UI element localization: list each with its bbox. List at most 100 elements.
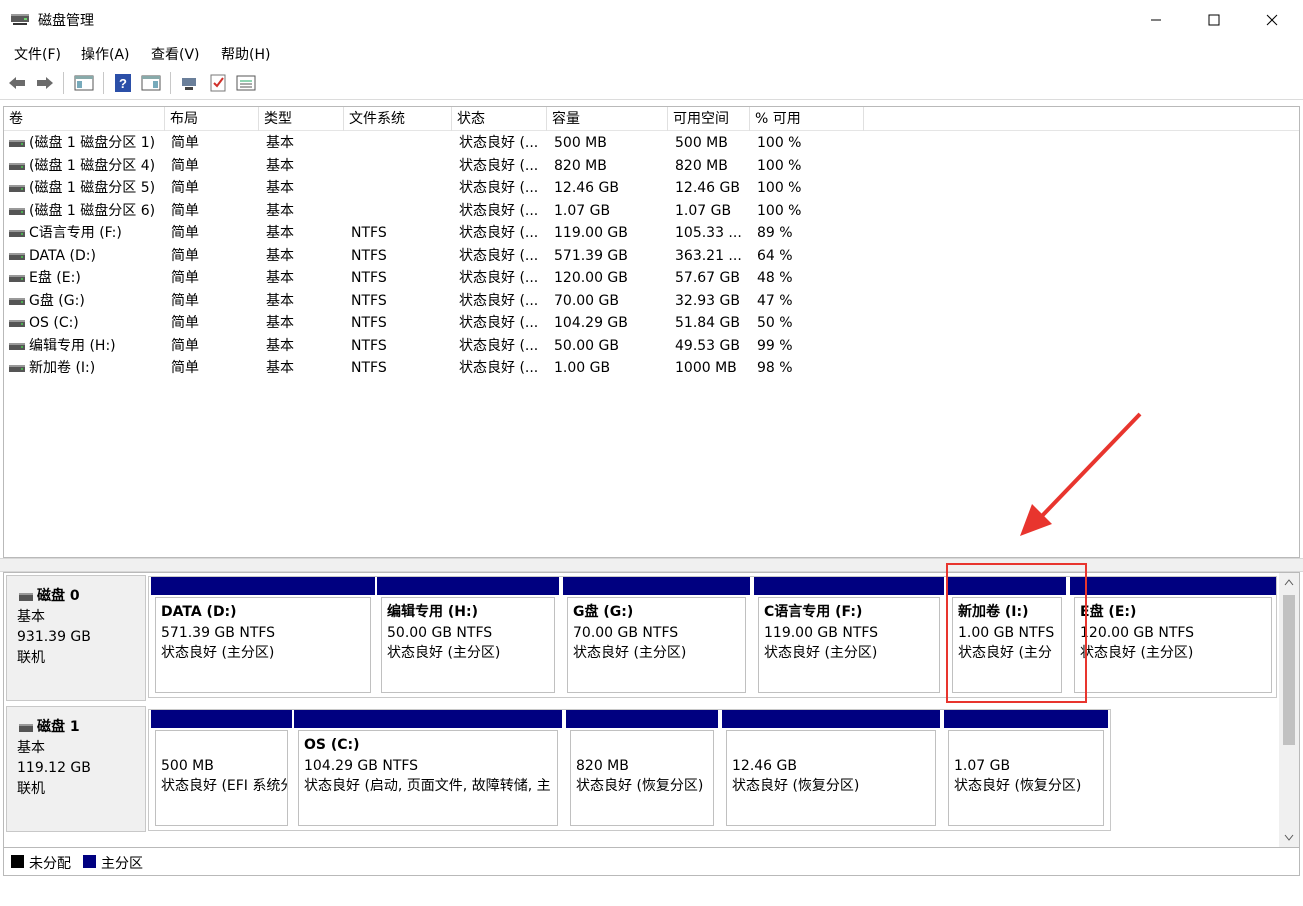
list-header: 卷 布局 类型 文件系统 状态 容量 可用空间 % 可用	[4, 107, 1299, 131]
partition-name: DATA (D:)	[161, 604, 237, 620]
table-row[interactable]: C语言专用 (F:) 简单 基本 NTFS 状态良好 (... 119.00 GB 105.…	[4, 222, 1299, 245]
table-row[interactable]: 编辑专用 (H:) 简单 基本 NTFS 状态良好 (... 50.00 GB 49.53 …	[4, 335, 1299, 358]
table-row[interactable]: OS (C:) 简单 基本 NTFS 状态良好 (... 104.29 GB 51.84 G…	[4, 312, 1299, 335]
close-button[interactable]	[1243, 0, 1301, 40]
table-row[interactable]: DATA (D:) 简单 基本 NTFS 状态良好 (... 571.39 GB 363.2…	[4, 245, 1299, 268]
cell-layout: 简单	[171, 337, 199, 354]
cell-filesystem: NTFS	[351, 225, 387, 241]
partition-block[interactable]: 编辑专用 (H:) 50.00 GB NTFS 状态良好 (主分区)	[377, 577, 559, 697]
partition-block[interactable]: 820 MB 状态良好 (恢复分区)	[566, 710, 718, 830]
cell-volume: 新加卷 (I:)	[29, 360, 96, 376]
disk-0-type: 基本	[17, 608, 45, 625]
maximize-button[interactable]	[1185, 0, 1243, 40]
partition-block[interactable]: 12.46 GB 状态良好 (恢复分区)	[722, 710, 940, 830]
cell-filesystem: NTFS	[351, 247, 387, 264]
column-header-capacity[interactable]: 容量	[547, 107, 668, 131]
connect-icon[interactable]	[179, 72, 201, 94]
cell-volume: C语言专用 (F:)	[29, 225, 122, 241]
list-icon[interactable]	[235, 72, 257, 94]
column-header-volume[interactable]: 卷	[4, 107, 165, 131]
menu-view[interactable]: 查看(V)	[151, 44, 200, 64]
scroll-up-icon[interactable]	[1284, 578, 1294, 586]
partition-size: 70.00 GB NTFS	[573, 624, 679, 641]
disk-map-scrollbar[interactable]	[1279, 573, 1299, 847]
cell-status: 状态良好 (...	[459, 337, 539, 354]
table-row[interactable]: G盘 (G:) 简单 基本 NTFS 状态良好 (... 70.00 GB 32.93 GB…	[4, 290, 1299, 313]
cell-percent-free: 100 %	[757, 157, 802, 174]
scroll-down-icon[interactable]	[1284, 834, 1294, 842]
minimize-button[interactable]	[1127, 0, 1185, 40]
cell-status: 状态良好 (...	[459, 360, 539, 376]
toolbar-separator	[170, 72, 171, 94]
partition-block[interactable]: OS (C:) 104.29 GB NTFS 状态良好 (启动, 页面文件, 故障转…	[294, 710, 562, 830]
partition-size: 571.39 GB NTFS	[161, 624, 276, 641]
partition-block[interactable]: DATA (D:) 571.39 GB NTFS 状态良好 (主分区)	[151, 577, 375, 697]
cell-filesystem: NTFS	[351, 292, 387, 309]
menu-help[interactable]: 帮助(H)	[221, 44, 270, 64]
table-row[interactable]: 新加卷 (I:) 简单 基本 NTFS 状态良好 (... 1.00 GB 1000 MB 9…	[4, 357, 1299, 380]
partition-block[interactable]: 1.07 GB 状态良好 (恢复分区)	[944, 710, 1108, 830]
cell-status: 状态良好 (...	[459, 247, 539, 264]
cell-capacity: 1.07 GB	[554, 202, 611, 219]
column-header-type[interactable]: 类型	[259, 107, 344, 131]
cell-layout: 简单	[171, 180, 199, 196]
partition-size: 12.46 GB	[732, 757, 797, 774]
partition-block[interactable]: C语言专用 (F:) 119.00 GB NTFS 状态良好 (主分区)	[754, 577, 944, 697]
disk-0-label[interactable]: 磁盘 0 基本 931.39 GB 联机	[6, 575, 146, 701]
disk-1-label[interactable]: 磁盘 1 基本 119.12 GB 联机	[6, 706, 146, 832]
partition-name	[732, 735, 935, 756]
cell-layout: 简单	[171, 225, 199, 241]
forward-icon[interactable]	[34, 72, 56, 94]
menu-action[interactable]: 操作(A)	[81, 44, 130, 64]
cell-free-space: 1.07 GB	[675, 202, 732, 219]
column-header-free-space[interactable]: 可用空间	[668, 107, 750, 131]
drive-icon	[9, 230, 25, 237]
cell-volume: DATA (D:)	[29, 247, 96, 264]
column-header-filesystem[interactable]: 文件系统	[344, 107, 452, 131]
table-row[interactable]: (磁盘 1 磁盘分区 1) 简单 基本 状态良好 (... 500 MB 500 MB 10…	[4, 132, 1299, 155]
properties-icon[interactable]	[140, 72, 162, 94]
cell-status: 状态良好 (...	[459, 157, 539, 174]
disk-0-status: 联机	[17, 649, 45, 666]
cell-layout: 简单	[171, 247, 199, 264]
scrollbar-thumb[interactable]	[1283, 595, 1295, 745]
cell-free-space: 1000 MB	[675, 360, 737, 376]
partition-block[interactable]: E盘 (E:) 120.00 GB NTFS 状态良好 (主分区)	[1070, 577, 1276, 697]
drive-icon	[9, 140, 25, 147]
menu-file[interactable]: 文件(F)	[14, 44, 61, 64]
help-icon[interactable]: ?	[112, 72, 134, 94]
partition-type-bar	[377, 577, 559, 595]
partition-details: G盘 (G:) 70.00 GB NTFS 状态良好 (主分区)	[567, 597, 746, 693]
table-row[interactable]: (磁盘 1 磁盘分区 4) 简单 基本 状态良好 (... 820 MB 820 MB 10…	[4, 155, 1299, 178]
console-tree-icon[interactable]	[73, 72, 95, 94]
disk-map: 磁盘 0 基本 931.39 GB 联机 DATA (D:) 571.39 GB …	[3, 572, 1300, 848]
table-row[interactable]: (磁盘 1 磁盘分区 5) 简单 基本 状态良好 (... 12.46 GB 12.46 …	[4, 177, 1299, 200]
column-header-status[interactable]: 状态	[452, 107, 547, 131]
legend-swatch-primary	[83, 855, 96, 868]
pane-splitter[interactable]	[0, 558, 1303, 572]
table-row[interactable]: (磁盘 1 磁盘分区 6) 简单 基本 状态良好 (... 1.07 GB 1.07 GB…	[4, 200, 1299, 223]
disk-0-partitions: DATA (D:) 571.39 GB NTFS 状态良好 (主分区) 编辑专用 (H…	[148, 576, 1277, 698]
partition-size: 500 MB	[161, 757, 214, 774]
cell-status: 状态良好 (...	[459, 292, 539, 309]
partition-details: E盘 (E:) 120.00 GB NTFS 状态良好 (主分区)	[1074, 597, 1272, 693]
disk-0-name: 磁盘 0	[17, 586, 145, 607]
svg-text:?: ?	[119, 76, 127, 91]
highlight-box	[946, 563, 1087, 703]
cell-status: 状态良好 (...	[459, 202, 539, 219]
table-row[interactable]: E盘 (E:) 简单 基本 NTFS 状态良好 (... 120.00 GB 57.67 G…	[4, 267, 1299, 290]
column-header-percent-free[interactable]: % 可用	[750, 107, 864, 131]
column-header-layout[interactable]: 布局	[165, 107, 259, 131]
back-icon[interactable]	[6, 72, 28, 94]
cell-percent-free: 99 %	[757, 337, 793, 354]
disk-management-icon	[11, 14, 29, 25]
disk-1-partitions: 500 MB 状态良好 (EFI 系统分 OS (C:) 104.29 GB NTFS…	[148, 709, 1111, 831]
cell-layout: 简单	[171, 202, 199, 219]
partition-details: C语言专用 (F:) 119.00 GB NTFS 状态良好 (主分区)	[758, 597, 940, 693]
partition-type-bar	[563, 577, 750, 595]
partition-block[interactable]: G盘 (G:) 70.00 GB NTFS 状态良好 (主分区)	[563, 577, 750, 697]
partition-status: 状态良好 (EFI 系统分	[161, 778, 288, 794]
partition-block[interactable]: 500 MB 状态良好 (EFI 系统分	[151, 710, 292, 830]
check-icon[interactable]	[207, 72, 229, 94]
cell-filesystem	[351, 200, 451, 222]
